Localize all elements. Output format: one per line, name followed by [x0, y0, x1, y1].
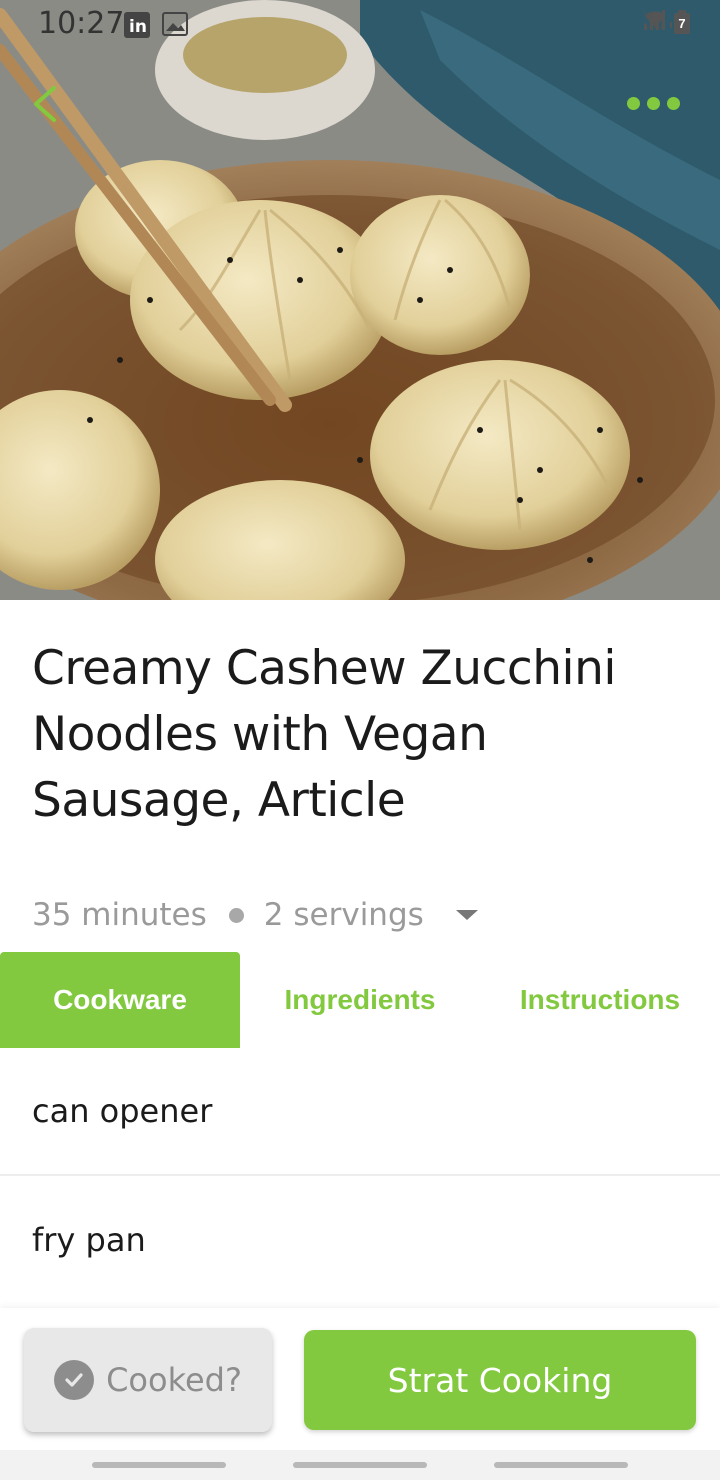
status-bar: 10:27 in Vo)) LTE1 7	[0, 0, 720, 48]
more-dots-icon	[647, 96, 660, 110]
nav-back-button[interactable]	[494, 1462, 628, 1468]
back-button[interactable]	[26, 80, 74, 128]
nav-home-button[interactable]	[293, 1462, 427, 1468]
cookware-list: can opener fry pan	[0, 1048, 720, 1304]
servings-selector[interactable]: 2 servings	[264, 897, 424, 933]
recipe-meta: 35 minutes 2 servings	[32, 893, 478, 937]
chevron-left-icon	[34, 86, 56, 122]
battery-icon: 7	[674, 10, 690, 34]
more-dots-icon	[627, 96, 640, 110]
status-time: 10:27	[38, 6, 125, 41]
battery-level: 7	[678, 16, 686, 31]
recipe-tabs: Cookware Ingredients Instructions	[0, 952, 720, 1048]
separator-dot	[228, 907, 244, 923]
tab-ingredients[interactable]: Ingredients	[240, 952, 480, 1048]
cooked-label: Cooked?	[106, 1361, 242, 1399]
more-options-button[interactable]	[620, 88, 680, 118]
list-item: can opener	[0, 1048, 720, 1176]
start-cooking-button[interactable]: Strat Cooking	[304, 1330, 696, 1430]
dumplings-illustration	[0, 0, 720, 600]
recipe-title: Creamy Cashew Zucchini Noodles with Vega…	[32, 641, 616, 828]
svg-text:in: in	[129, 17, 147, 37]
caret-down-icon[interactable]	[455, 910, 478, 920]
list-item: fry pan	[32, 1221, 146, 1259]
tab-instructions[interactable]: Instructions	[480, 952, 720, 1048]
bottom-action-bar: Cooked? Strat Cooking	[0, 1308, 720, 1450]
recipe-hero-image: 10:27 in Vo)) LTE1 7	[0, 0, 720, 600]
nav-recents-button[interactable]	[92, 1462, 226, 1468]
system-nav-bar	[0, 1450, 720, 1480]
cook-time: 35 minutes	[32, 897, 207, 933]
check-circle-icon	[54, 1360, 95, 1400]
more-dots-icon	[667, 96, 680, 110]
cooked-button[interactable]: Cooked?	[24, 1328, 272, 1432]
tab-cookware[interactable]: Cookware	[0, 952, 240, 1048]
